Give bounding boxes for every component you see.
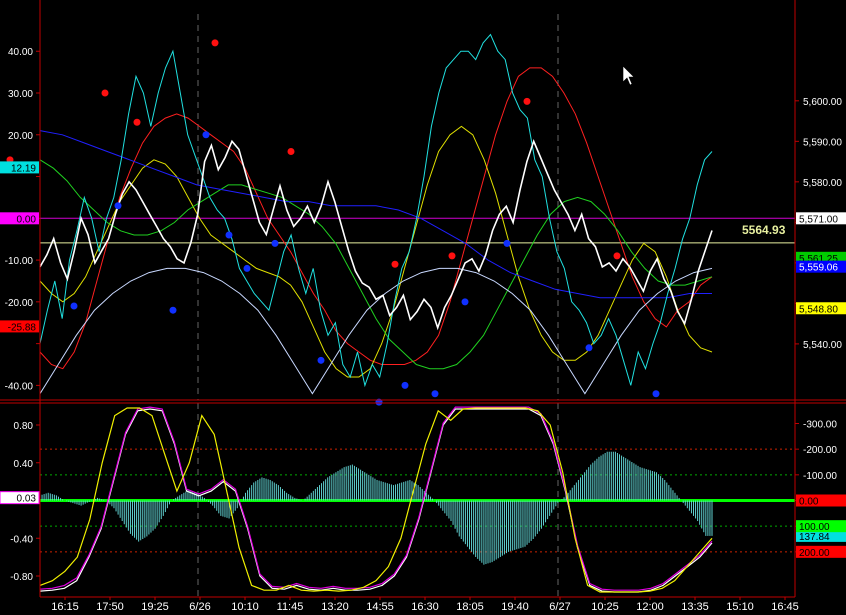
value-badge-text: 5,548.80 — [799, 304, 838, 315]
value-badge-text: 12.19 — [11, 163, 36, 174]
left-tick-label: 40.00 — [8, 47, 33, 58]
left-tick-label: 0.40 — [14, 459, 34, 470]
buy-signal-dot — [503, 239, 511, 247]
buy-signal-dot — [401, 381, 409, 389]
x-tick-label: 6/26 — [189, 601, 210, 613]
left-tick-label: -20.00 — [5, 298, 34, 309]
value-badge-text: 137.84 — [799, 532, 830, 543]
x-tick-label: 6/27 — [549, 601, 570, 613]
chart-stage: 40.00 30.00 20.00 0.00 -10.00 -20.00 -40.00 5,… — [0, 0, 846, 615]
x-tick-label: 19:40 — [501, 601, 529, 613]
value-badge-text: 200.00 — [799, 548, 830, 559]
x-tick-label: 16:45 — [771, 601, 799, 613]
buy-signal-dot — [202, 131, 210, 139]
buy-signal-dot — [243, 264, 251, 272]
buy-signal-dot — [317, 356, 325, 364]
left-tick-label: -0.40 — [10, 534, 33, 545]
buy-signal-dot — [585, 344, 593, 352]
x-tick-label: 13:35 — [681, 601, 709, 613]
right-tick-label: 5,540.00 — [803, 340, 842, 351]
value-badge-text: -25.88 — [8, 322, 37, 333]
x-tick-label: 14:55 — [366, 601, 394, 613]
value-badge-text: 5,571.00 — [799, 214, 838, 225]
right-tick-label: 5,590.00 — [803, 137, 842, 148]
left-tick-label: 20.00 — [8, 131, 33, 142]
sell-signal-dot — [613, 252, 621, 260]
right-tick-label: -100.00 — [803, 471, 837, 482]
sell-signal-dot — [287, 147, 295, 155]
buy-signal-dot — [70, 302, 78, 310]
value-badge-text: 0.03 — [17, 494, 37, 505]
x-tick-label: 10:10 — [231, 601, 259, 613]
sell-signal-dot — [523, 97, 531, 105]
chart-background — [0, 0, 846, 615]
sell-signal-dot — [133, 118, 141, 126]
price-annotation: 5564.93 — [742, 223, 786, 237]
sell-signal-dot — [448, 252, 456, 260]
buy-signal-dot — [271, 239, 279, 247]
buy-signal-dot — [169, 306, 177, 314]
left-tick-label: -0.80 — [10, 572, 33, 583]
x-tick-label: 15:10 — [726, 601, 754, 613]
x-tick-label: 12:00 — [636, 601, 664, 613]
right-tick-label: 5,580.00 — [803, 178, 842, 189]
sell-signal-dot — [211, 39, 219, 47]
x-tick-label: 11:45 — [277, 601, 304, 613]
left-tick-label: 30.00 — [8, 89, 33, 100]
buy-signal-dot — [461, 298, 469, 306]
x-tick-label: 18:05 — [456, 601, 484, 613]
left-tick-label: 0.80 — [14, 421, 34, 432]
left-tick-label: -10.00 — [5, 256, 34, 267]
right-tick-label: -300.00 — [803, 419, 837, 430]
value-badge-text: 0.00 — [17, 214, 37, 225]
buy-signal-dot — [431, 390, 439, 398]
value-badge-text: 100.00 — [799, 522, 830, 533]
x-tick-label: 10:25 — [591, 601, 619, 613]
x-tick-label: 19:25 — [141, 601, 169, 613]
x-tick-label: 16:15 — [51, 601, 79, 613]
x-tick-label: 17:50 — [96, 601, 124, 613]
sell-signal-dot — [391, 260, 399, 268]
value-badge-text: 0.00 — [799, 497, 819, 508]
sell-signal-dot — [101, 89, 109, 97]
buy-signal-dot — [114, 202, 122, 210]
left-tick-label: -40.00 — [5, 381, 34, 392]
buy-signal-dot — [225, 231, 233, 239]
x-tick-label: 16:30 — [411, 601, 439, 613]
value-badge-text: 5,559.06 — [799, 263, 838, 274]
x-tick-label: 13:20 — [321, 601, 349, 613]
right-tick-label: 5,600.00 — [803, 97, 842, 108]
right-tick-label: -200.00 — [803, 445, 837, 456]
buy-signal-dot — [652, 390, 660, 398]
